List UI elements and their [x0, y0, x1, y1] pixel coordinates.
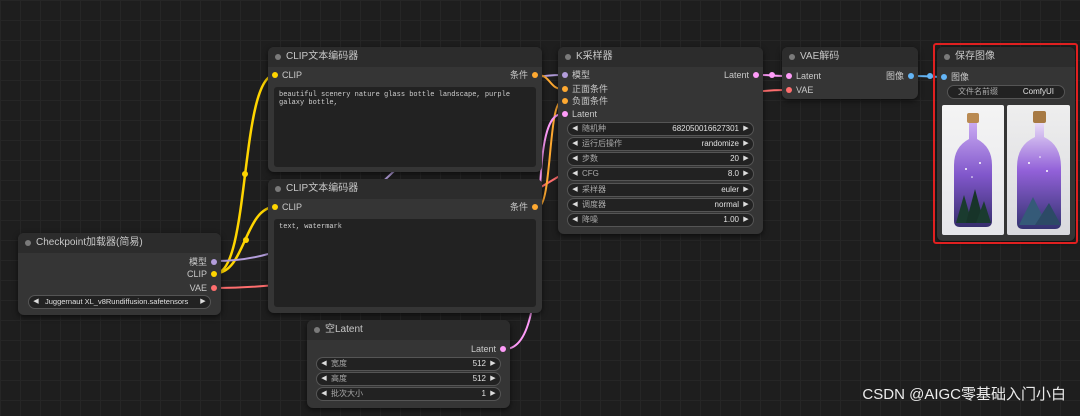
- ckpt-name-combo[interactable]: ◀ Juggernaut XL_v8Rundiffusion.safetenso…: [28, 295, 211, 309]
- arrow-right-icon[interactable]: ▶: [741, 153, 751, 165]
- wire-clip-to-negative: [215, 205, 276, 275]
- arrow-left-icon[interactable]: ◀: [570, 138, 580, 150]
- conditioning-port-dot[interactable]: [562, 86, 568, 92]
- output-image[interactable]: 图像: [886, 70, 918, 82]
- arrow-right-icon[interactable]: ▶: [488, 358, 498, 370]
- image-port-dot[interactable]: [908, 73, 914, 79]
- input-latent[interactable]: Latent: [558, 108, 597, 120]
- arrow-left-icon[interactable]: ◀: [319, 358, 329, 370]
- arrow-right-icon[interactable]: ▶: [488, 373, 498, 385]
- height-input[interactable]: ◀ 高度 512 ▶: [316, 372, 501, 386]
- latent-port-dot[interactable]: [753, 72, 759, 78]
- prompt-text-positive[interactable]: beautiful scenery nature glass bottle la…: [274, 87, 536, 167]
- arrow-right-icon[interactable]: ▶: [198, 296, 208, 308]
- input-vae[interactable]: VAE: [782, 84, 813, 96]
- arrow-left-icon[interactable]: ◀: [570, 184, 580, 196]
- output-vae[interactable]: VAE: [190, 282, 221, 294]
- arrow-left-icon[interactable]: ◀: [319, 388, 329, 400]
- output-model[interactable]: 模型: [189, 256, 221, 268]
- wire-clip-to-positive: [215, 73, 276, 275]
- vae-port-dot[interactable]: [211, 285, 217, 291]
- highlight-frame: [933, 43, 1078, 244]
- model-port-dot[interactable]: [562, 72, 568, 78]
- sampler-name-combo[interactable]: ◀ 采样器 euler ▶: [567, 183, 754, 197]
- arrow-left-icon[interactable]: ◀: [570, 168, 580, 180]
- arrow-right-icon[interactable]: ▶: [741, 184, 751, 196]
- clip-text-encode-positive-node[interactable]: CLIP文本编码器 CLIP 条件 beautiful scenery natu…: [268, 47, 542, 172]
- arrow-left-icon[interactable]: ◀: [570, 153, 580, 165]
- prompt-text-negative[interactable]: text, watermark: [274, 219, 536, 307]
- batch-size-input[interactable]: ◀ 批次大小 1 ▶: [316, 387, 501, 401]
- output-clip[interactable]: CLIP: [187, 268, 221, 280]
- input-clip[interactable]: CLIP: [268, 201, 302, 213]
- clip-text-encode-negative-node[interactable]: CLIP文本编码器 CLIP 条件 text, watermark: [268, 179, 542, 313]
- output-conditioning[interactable]: 条件: [510, 69, 542, 81]
- clip-port-dot[interactable]: [272, 204, 278, 210]
- latent-port-dot[interactable]: [786, 73, 792, 79]
- width-input[interactable]: ◀ 宽度 512 ▶: [316, 357, 501, 371]
- node-title[interactable]: VAE解码: [782, 47, 918, 67]
- clip-port-dot[interactable]: [211, 271, 217, 277]
- arrow-right-icon[interactable]: ▶: [741, 138, 751, 150]
- arrow-left-icon[interactable]: ◀: [570, 214, 580, 226]
- output-conditioning[interactable]: 条件: [510, 201, 542, 213]
- input-clip[interactable]: CLIP: [268, 69, 302, 81]
- arrow-right-icon[interactable]: ▶: [741, 214, 751, 226]
- input-negative[interactable]: 负面条件: [558, 95, 608, 107]
- latent-port-dot[interactable]: [500, 346, 506, 352]
- ksampler-node[interactable]: K采样器 模型 Latent 正面条件 负面条件 Latent ◀ 随机种 68…: [558, 47, 763, 234]
- denoise-input[interactable]: ◀ 降噪 1.00 ▶: [567, 213, 754, 227]
- arrow-left-icon[interactable]: ◀: [570, 199, 580, 211]
- cfg-input[interactable]: ◀ CFG 8.0 ▶: [567, 167, 754, 181]
- vae-decode-node[interactable]: VAE解码 Latent 图像 VAE: [782, 47, 918, 99]
- arrow-right-icon[interactable]: ▶: [741, 199, 751, 211]
- latent-port-dot[interactable]: [562, 111, 568, 117]
- clip-port-dot[interactable]: [272, 72, 278, 78]
- arrow-left-icon[interactable]: ◀: [570, 123, 580, 135]
- node-title[interactable]: K采样器: [558, 47, 763, 67]
- empty-latent-node[interactable]: 空Latent Latent ◀ 宽度 512 ▶ ◀ 高度 512 ▶ ◀ 批…: [307, 320, 510, 408]
- output-latent[interactable]: Latent: [724, 69, 763, 81]
- ckpt-name-value: Juggernaut XL_v8Rundiffusion.safetensors: [45, 297, 189, 306]
- output-latent[interactable]: Latent: [471, 343, 510, 355]
- model-port-dot[interactable]: [211, 259, 217, 265]
- watermark-text: CSDN @AIGC零基础入门小白: [862, 386, 1066, 403]
- control-after-generate-combo[interactable]: ◀ 运行后操作 randomize ▶: [567, 137, 754, 151]
- input-latent[interactable]: Latent: [782, 70, 821, 82]
- conditioning-port-dot[interactable]: [532, 72, 538, 78]
- scheduler-combo[interactable]: ◀ 调度器 normal ▶: [567, 198, 754, 212]
- input-positive[interactable]: 正面条件: [558, 83, 608, 95]
- conditioning-port-dot[interactable]: [532, 204, 538, 210]
- node-title[interactable]: CLIP文本编码器: [268, 47, 542, 67]
- arrow-left-icon[interactable]: ◀: [31, 296, 41, 308]
- checkpoint-loader-node[interactable]: Checkpoint加载器(简易) 模型 CLIP VAE ◀ Juggerna…: [18, 233, 221, 315]
- vae-port-dot[interactable]: [786, 87, 792, 93]
- node-title[interactable]: Checkpoint加载器(简易): [18, 233, 221, 253]
- input-model[interactable]: 模型: [558, 69, 590, 81]
- arrow-left-icon[interactable]: ◀: [319, 373, 329, 385]
- arrow-right-icon[interactable]: ▶: [488, 388, 498, 400]
- node-title[interactable]: 空Latent: [307, 320, 510, 340]
- node-title[interactable]: CLIP文本编码器: [268, 179, 542, 199]
- steps-input[interactable]: ◀ 步数 20 ▶: [567, 152, 754, 166]
- arrow-right-icon[interactable]: ▶: [741, 168, 751, 180]
- conditioning-port-dot[interactable]: [562, 98, 568, 104]
- seed-input[interactable]: ◀ 随机种 682050016627301 ▶: [567, 122, 754, 136]
- arrow-right-icon[interactable]: ▶: [741, 123, 751, 135]
